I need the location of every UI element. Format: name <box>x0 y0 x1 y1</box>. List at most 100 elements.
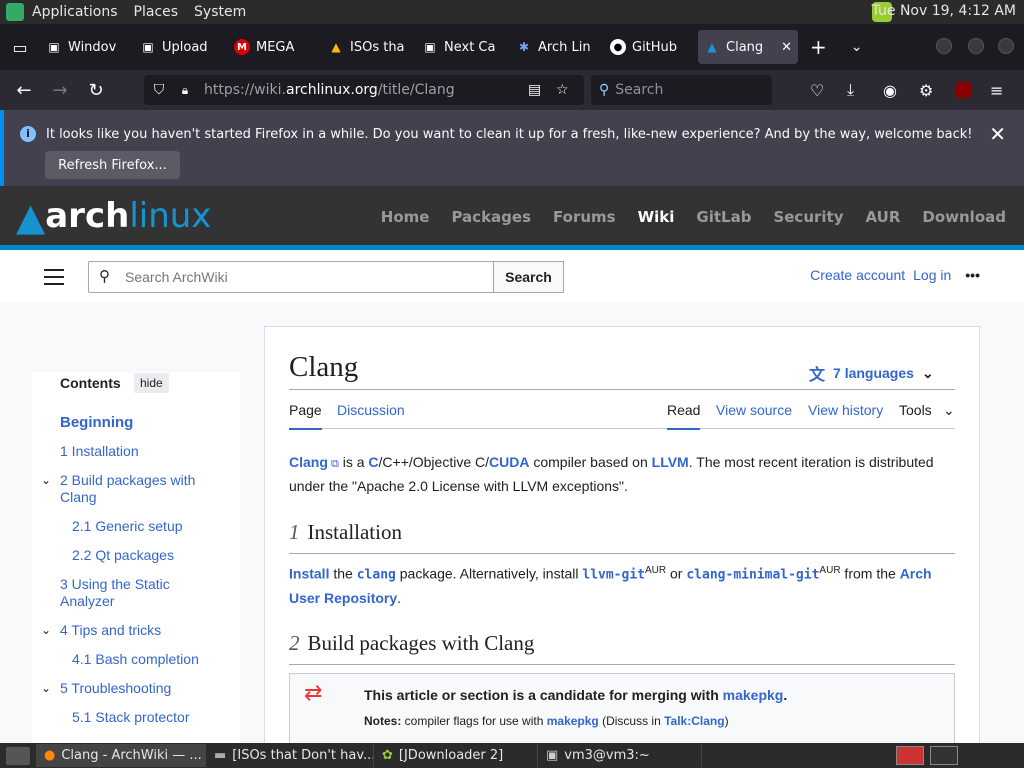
more-options-icon[interactable]: ••• <box>965 267 980 283</box>
nav-home[interactable]: Home <box>381 208 430 226</box>
close-tab-icon[interactable]: ✕ <box>781 40 792 55</box>
window-close-icon[interactable] <box>998 38 1014 54</box>
taskbar-item[interactable]: ▣ vm3@vm3:~ <box>538 744 702 767</box>
toc-item[interactable]: 3 Using the Static Analyzer <box>60 576 190 610</box>
tab-clang[interactable]: ▲ Clang ✕ <box>698 30 798 64</box>
mega-icon: M <box>234 39 250 55</box>
llvm-git-link[interactable]: llvm-git <box>582 568 645 583</box>
toc-item[interactable]: 1 Installation <box>60 443 230 460</box>
tab-mega[interactable]: M MEGA <box>228 30 322 64</box>
create-account-link[interactable]: Create account <box>810 267 905 283</box>
tab-read[interactable]: Read <box>667 402 701 430</box>
section-heading: 2 Build packages with Clang <box>289 631 955 665</box>
show-desktop-icon[interactable] <box>6 746 30 765</box>
applications-menu[interactable]: Applications <box>24 4 126 20</box>
menu-icon[interactable]: ≡ <box>990 81 1003 100</box>
talk-link[interactable]: Talk:Clang <box>664 714 724 728</box>
install-link[interactable]: Install <box>289 566 329 582</box>
chevron-down-icon[interactable]: ⌄ <box>41 623 51 637</box>
makepkg-link[interactable]: makepkg <box>723 687 784 703</box>
system-menu[interactable]: System <box>186 4 254 20</box>
wiki-search-input[interactable]: ⚲ Search ArchWiki <box>88 261 494 293</box>
account-icon[interactable]: ◉ <box>883 81 897 100</box>
reader-view-icon[interactable]: ▤ <box>528 82 541 98</box>
toc-hide-button[interactable]: hide <box>134 373 169 393</box>
pocket-icon[interactable]: ♡ <box>810 81 824 100</box>
tab-tools[interactable]: Tools <box>899 402 932 418</box>
toc-item[interactable]: 5 Troubleshooting <box>60 680 230 697</box>
nav-wiki[interactable]: Wiki <box>638 208 675 226</box>
close-icon[interactable]: ✕ <box>989 122 1006 146</box>
merge-notice: ⇄ This article or section is a candidate… <box>289 673 955 743</box>
toc-item[interactable]: Beginning <box>60 414 230 431</box>
nav-packages[interactable]: Packages <box>451 208 531 226</box>
clock[interactable]: Tue Nov 19, 4:12 AM <box>872 3 1016 19</box>
chevron-down-icon[interactable]: ⌄ <box>41 473 51 487</box>
lock-icon[interactable]: 🔒︎ <box>174 83 196 98</box>
nav-download[interactable]: Download <box>922 208 1006 226</box>
taskbar-item[interactable]: ● Clang - ArchWiki — ... <box>36 744 206 767</box>
tab-overview-icon[interactable]: ▭ <box>0 38 40 57</box>
c-link[interactable]: C <box>368 454 378 470</box>
tab-github[interactable]: ● GitHub <box>604 30 698 64</box>
makepkg-link[interactable]: makepkg <box>547 714 599 728</box>
login-link[interactable]: Log in <box>913 267 951 283</box>
workspace-switcher[interactable] <box>896 746 924 765</box>
nav-aur[interactable]: AUR <box>866 208 901 226</box>
merge-notes: Notes: compiler flags for use with makep… <box>364 714 729 728</box>
wiki-search-button[interactable]: Search <box>493 261 564 293</box>
arch-logo[interactable]: ▲ arch linux <box>16 196 211 236</box>
tab-discussion[interactable]: Discussion <box>337 402 405 418</box>
cuda-link[interactable]: CUDA <box>489 454 529 470</box>
ublock-icon[interactable] <box>955 82 971 98</box>
bookmark-star-icon[interactable]: ☆ <box>556 82 569 98</box>
doc-icon: ▣ <box>142 40 154 54</box>
llvm-link[interactable]: LLVM <box>652 454 689 470</box>
nav-gitlab[interactable]: GitLab <box>696 208 751 226</box>
tab-isos[interactable]: ▲ ISOs tha <box>322 30 416 64</box>
places-menu[interactable]: Places <box>126 4 187 20</box>
nav-security[interactable]: Security <box>773 208 843 226</box>
back-icon[interactable]: ← <box>6 80 42 101</box>
tab-window[interactable]: ▣ Windov <box>40 30 134 64</box>
toc-item[interactable]: 4 Tips and tricks <box>60 622 230 639</box>
reload-icon[interactable]: ↻ <box>78 80 114 101</box>
toc-item[interactable]: 5.1 Stack protector <box>72 709 240 726</box>
clang-package-link[interactable]: clang <box>357 568 396 583</box>
taskbar-item[interactable]: ▬ [ISOs that Don't hav... <box>206 744 374 767</box>
toc-item[interactable]: 2 Build packages with Clang <box>60 472 210 506</box>
tab-arch-linux[interactable]: ✱ Arch Lin <box>510 30 604 64</box>
window-minimize-icon[interactable] <box>936 38 952 54</box>
new-tab-icon[interactable]: + <box>810 35 827 59</box>
search-bar[interactable]: ⚲ Search <box>591 75 772 105</box>
tab-next[interactable]: ▣ Next Ca <box>416 30 510 64</box>
nav-forums[interactable]: Forums <box>553 208 616 226</box>
tab-view-history[interactable]: View history <box>808 402 883 418</box>
main-menu-icon[interactable] <box>44 269 64 285</box>
url-bar[interactable]: ⛉ 🔒︎ https://wiki. archlinux.org/title/Cl… <box>144 75 584 105</box>
doc-icon: ▣ <box>48 40 60 54</box>
merge-title: This article or section is a candidate f… <box>364 687 788 703</box>
clang-link[interactable]: Clang <box>289 454 328 470</box>
shield-icon[interactable]: ⛉ <box>144 82 174 98</box>
tab-upload[interactable]: ▣ Upload <box>134 30 228 64</box>
toc-item[interactable]: 2.1 Generic setup <box>72 518 240 535</box>
chevron-down-icon[interactable]: ⌄ <box>41 681 51 695</box>
downloads-icon[interactable]: ⤓ <box>847 80 854 100</box>
toc-item[interactable]: 4.1 Bash completion <box>72 651 240 668</box>
workspace-switcher[interactable] <box>930 746 958 765</box>
refresh-firefox-button[interactable]: Refresh Firefox... <box>45 151 180 179</box>
extensions-icon[interactable]: ⚙ <box>919 81 933 100</box>
tab-page[interactable]: Page <box>289 402 322 430</box>
clang-minimal-git-link[interactable]: clang-minimal-git <box>686 568 819 583</box>
languages-button[interactable]: 文 7 languages ⌄ <box>809 361 934 385</box>
table-of-contents: Contents hide Beginning 1 Installation ⌄… <box>32 372 240 744</box>
taskbar-item[interactable]: ✿ [JDownloader 2] <box>374 744 538 767</box>
distro-icon[interactable] <box>6 3 24 21</box>
github-icon: ● <box>610 39 626 55</box>
tab-list-icon[interactable]: ⌄ <box>851 39 863 55</box>
forward-icon[interactable]: → <box>42 80 78 101</box>
window-maximize-icon[interactable] <box>968 38 984 54</box>
tab-view-source[interactable]: View source <box>716 402 792 418</box>
toc-item[interactable]: 2.2 Qt packages <box>72 547 240 564</box>
